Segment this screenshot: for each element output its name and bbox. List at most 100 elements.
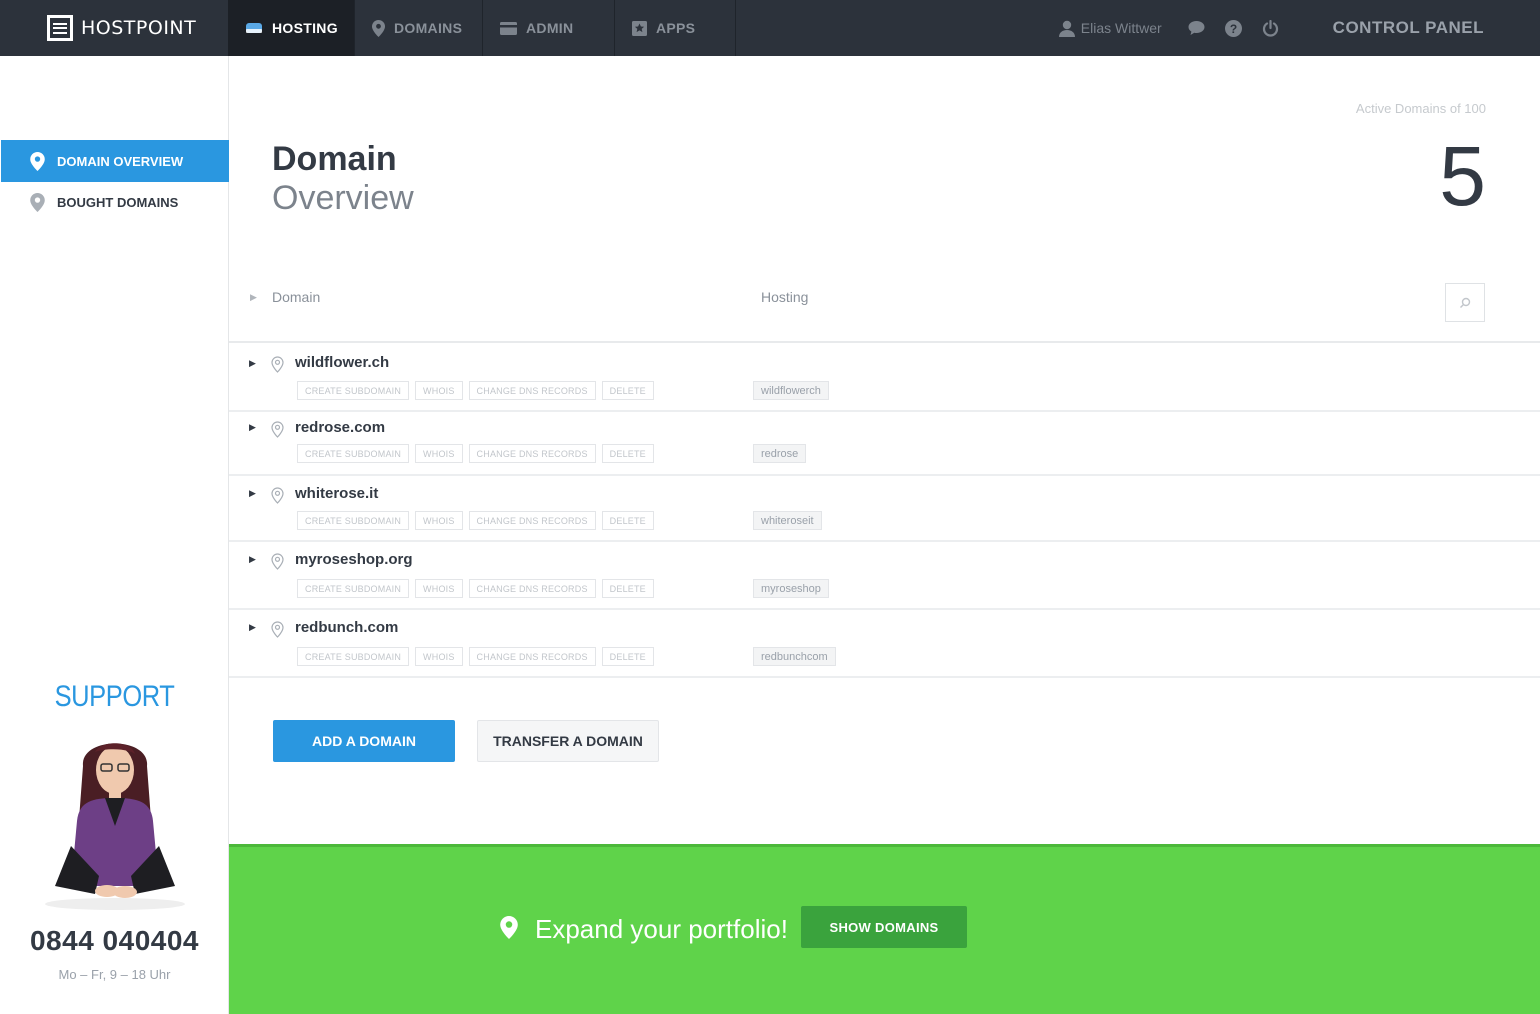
promo-text: Expand your portfolio! (535, 914, 788, 944)
table-row: ▶ wildflower.ch CREATE SUBDOMAIN WHOIS C… (229, 345, 1540, 412)
user-icon (1058, 20, 1075, 37)
create-subdomain-button[interactable]: CREATE SUBDOMAIN (297, 511, 410, 530)
row-expand-arrow-icon[interactable]: ▶ (249, 358, 256, 369)
sidebar-item-domain-overview[interactable]: DOMAIN OVERVIEW (1, 140, 229, 182)
row-expand-arrow-icon[interactable]: ▶ (249, 554, 256, 565)
change-dns-records-button[interactable]: CHANGE DNS RECORDS (468, 444, 596, 463)
row-expand-arrow-icon[interactable]: ▶ (249, 488, 256, 499)
pin-icon (500, 916, 518, 944)
user-name: Elias Wittwer (1080, 20, 1162, 36)
domain-name[interactable]: redrose.com (295, 419, 385, 436)
promo-banner: Expand your portfolio! SHOW DOMAINS (229, 844, 1540, 1014)
pin-outline-icon (271, 487, 284, 509)
change-dns-records-button[interactable]: CHANGE DNS RECORDS (468, 381, 596, 400)
support-title: SUPPORT (54, 680, 175, 713)
domain-actions: CREATE SUBDOMAIN WHOIS CHANGE DNS RECORD… (297, 381, 654, 400)
hosting-icon (245, 21, 263, 35)
nav-admin[interactable]: ADMIN (483, 0, 615, 56)
logo-text: HOSTPOINT (81, 17, 197, 39)
create-subdomain-button[interactable]: CREATE SUBDOMAIN (297, 381, 410, 400)
domain-actions: CREATE SUBDOMAIN WHOIS CHANGE DNS RECORD… (297, 579, 654, 598)
nav-apps[interactable]: APPS (615, 0, 736, 56)
row-expand-arrow-icon[interactable]: ▶ (249, 622, 256, 633)
domain-actions: CREATE SUBDOMAIN WHOIS CHANGE DNS RECORD… (297, 511, 654, 530)
change-dns-records-button[interactable]: CHANGE DNS RECORDS (468, 579, 596, 598)
sidebar-item-label: DOMAIN OVERVIEW (57, 153, 184, 169)
whois-button[interactable]: WHOIS (415, 444, 463, 463)
domain-actions: CREATE SUBDOMAIN WHOIS CHANGE DNS RECORD… (297, 647, 654, 666)
create-subdomain-button[interactable]: CREATE SUBDOMAIN (297, 444, 410, 463)
page-subtitle: Overview (272, 179, 414, 217)
star-box-icon (632, 20, 647, 36)
table-row: ▶ whiterose.it CREATE SUBDOMAIN WHOIS CH… (229, 476, 1540, 542)
add-domain-button[interactable]: ADD A DOMAIN (273, 720, 455, 762)
delete-button[interactable]: DELETE (601, 579, 654, 598)
active-domains-count: 5 (1439, 129, 1486, 223)
delete-button[interactable]: DELETE (601, 381, 654, 400)
support-phone[interactable]: 0844 040404 (0, 925, 229, 957)
domain-name[interactable]: whiterose.it (295, 485, 378, 502)
main-nav: HOSTING DOMAINS ADMIN APPS (228, 0, 736, 56)
search-icon (1460, 297, 1471, 308)
hosting-tag[interactable]: myroseshop (753, 579, 829, 598)
whois-button[interactable]: WHOIS (415, 511, 463, 530)
delete-button[interactable]: DELETE (601, 444, 654, 463)
help-icon[interactable]: ? (1224, 19, 1242, 37)
nav-hosting[interactable]: HOSTING (228, 0, 355, 56)
whois-button[interactable]: WHOIS (415, 579, 463, 598)
whois-button[interactable]: WHOIS (415, 647, 463, 666)
domain-name[interactable]: wildflower.ch (295, 354, 389, 371)
domain-name[interactable]: myroseshop.org (295, 551, 413, 568)
table-row: ▶ redbunch.com CREATE SUBDOMAIN WHOIS CH… (229, 610, 1540, 678)
change-dns-records-button[interactable]: CHANGE DNS RECORDS (468, 647, 596, 666)
search-button[interactable] (1445, 283, 1485, 322)
delete-button[interactable]: DELETE (601, 647, 654, 666)
show-domains-button[interactable]: SHOW DOMAINS (801, 906, 967, 948)
chat-icon[interactable] (1188, 20, 1205, 36)
page-title: Domain (272, 140, 397, 178)
pin-icon (30, 151, 45, 171)
pin-outline-icon (271, 621, 284, 643)
nav-hosting-label: HOSTING (272, 20, 338, 36)
pin-icon (30, 192, 45, 212)
table-header: ▶ Domain Hosting (229, 278, 1540, 343)
hosting-tag[interactable]: redrose (753, 444, 807, 463)
sidebar-item-label: BOUGHT DOMAINS (57, 194, 179, 210)
svg-text:?: ? (1230, 22, 1237, 36)
expand-all-arrow-icon[interactable]: ▶ (250, 292, 257, 303)
nav-domains-label: DOMAINS (394, 20, 463, 36)
column-header-domain[interactable]: Domain (272, 289, 320, 305)
row-expand-arrow-icon[interactable]: ▶ (249, 422, 256, 433)
top-right-area: Elias Wittwer ? CONTROL PANEL (1058, 0, 1540, 56)
card-icon (500, 21, 517, 35)
nav-apps-label: APPS (656, 20, 696, 36)
main-content: Domain Overview Active Domains of 100 5 … (229, 56, 1540, 844)
power-icon[interactable] (1262, 19, 1279, 37)
control-panel-label: CONTROL PANEL (1332, 18, 1484, 37)
delete-button[interactable]: DELETE (601, 511, 654, 530)
nav-domains[interactable]: DOMAINS (355, 0, 483, 56)
user-menu[interactable]: Elias Wittwer (1058, 20, 1162, 37)
create-subdomain-button[interactable]: CREATE SUBDOMAIN (297, 579, 410, 598)
hosting-tag[interactable]: whiteroseit (753, 511, 822, 530)
column-header-hosting[interactable]: Hosting (761, 289, 808, 305)
active-domains-label: Active Domains of 100 (1355, 101, 1486, 116)
sidebar-item-bought-domains[interactable]: BOUGHT DOMAINS (1, 181, 229, 223)
logo-icon (47, 15, 73, 41)
hosting-tag[interactable]: wildflowerch (753, 381, 829, 400)
domain-actions: CREATE SUBDOMAIN WHOIS CHANGE DNS RECORD… (297, 444, 654, 463)
sidebar: DOMAIN OVERVIEW BOUGHT DOMAINS SUPPORT 0… (0, 56, 229, 1014)
support-box: SUPPORT 0844 040404 Mo – Fr, 9 – 18 Uhr (0, 680, 229, 982)
pin-outline-icon (271, 356, 284, 378)
domain-name[interactable]: redbunch.com (295, 619, 398, 636)
change-dns-records-button[interactable]: CHANGE DNS RECORDS (468, 511, 596, 530)
support-hours: Mo – Fr, 9 – 18 Uhr (58, 967, 171, 982)
create-subdomain-button[interactable]: CREATE SUBDOMAIN (297, 647, 410, 666)
table-row: ▶ redrose.com CREATE SUBDOMAIN WHOIS CHA… (229, 412, 1540, 476)
top-navigation-bar: HOSTPOINT HOSTING DOMAINS ADMIN APPS Eli… (0, 0, 1540, 56)
whois-button[interactable]: WHOIS (415, 381, 463, 400)
transfer-domain-button[interactable]: TRANSFER A DOMAIN (477, 720, 659, 762)
hosting-tag[interactable]: redbunchcom (753, 647, 836, 666)
logo[interactable]: HOSTPOINT (0, 0, 228, 56)
pin-icon (372, 19, 385, 37)
